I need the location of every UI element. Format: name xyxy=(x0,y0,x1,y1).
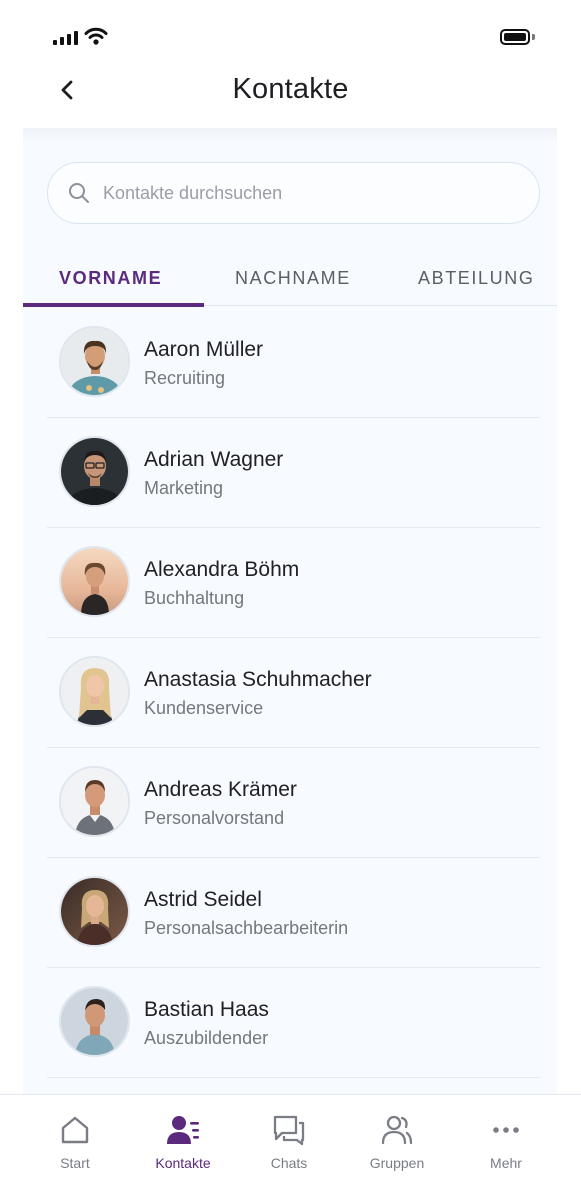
avatar xyxy=(59,986,130,1057)
contact-department: Recruiting xyxy=(144,368,226,388)
battery-icon xyxy=(500,29,530,45)
search-bar[interactable] xyxy=(47,162,540,224)
nav-gruppen[interactable]: Gruppen xyxy=(352,1113,442,1171)
group-icon xyxy=(381,1115,413,1145)
active-tab-indicator xyxy=(23,303,204,307)
chevron-left-icon xyxy=(61,80,73,100)
contact-name: Astrid Seidel xyxy=(144,888,262,911)
contact-name: Alexandra Böhm xyxy=(144,558,300,581)
search-input[interactable] xyxy=(103,182,483,204)
nav-mehr[interactable]: Mehr xyxy=(461,1113,551,1171)
contact-department: Kundenservice xyxy=(144,698,264,718)
contact-department: Marketing xyxy=(144,478,224,498)
avatar xyxy=(59,876,130,947)
avatar xyxy=(59,326,130,397)
avatar xyxy=(59,436,130,507)
avatar xyxy=(59,546,130,617)
list-item[interactable]: Astrid Seidel Personalsachbearbeiterin xyxy=(47,858,540,968)
contact-department: Personalvorstand xyxy=(144,808,285,828)
signal-icon xyxy=(53,31,78,45)
nav-chats[interactable]: Chats xyxy=(244,1113,334,1171)
battery-tip xyxy=(532,34,535,40)
nav-label: Kontakte xyxy=(155,1155,211,1171)
contact-department: Auszubildender xyxy=(144,1028,269,1048)
status-bar xyxy=(0,0,581,70)
list-item[interactable]: Andreas Krämer Personalvorstand xyxy=(47,748,540,858)
contacts-icon xyxy=(167,1116,199,1144)
contact-name: Bastian Haas xyxy=(144,998,269,1021)
tab-nachname[interactable]: NACHNAME xyxy=(235,268,351,289)
contact-name: Aaron Müller xyxy=(144,338,264,361)
sort-tabs: VORNAME NACHNAME ABTEILUNG xyxy=(23,258,557,307)
contact-list: Aaron Müller Recruiting Adrian Wagner Ma… xyxy=(47,308,540,1078)
wifi-icon xyxy=(84,27,108,45)
contacts-content: VORNAME NACHNAME ABTEILUNG Aaron Müller … xyxy=(23,128,557,1094)
nav-start[interactable]: Start xyxy=(30,1113,120,1171)
avatar xyxy=(59,656,130,727)
chat-icon xyxy=(273,1115,305,1146)
nav-label: Mehr xyxy=(490,1155,522,1171)
avatar xyxy=(59,766,130,837)
nav-label: Chats xyxy=(270,1155,308,1171)
tab-vorname[interactable]: VORNAME xyxy=(59,268,162,289)
list-item[interactable]: Adrian Wagner Marketing xyxy=(47,418,540,528)
search-icon xyxy=(69,183,89,203)
header: Kontakte xyxy=(0,70,581,128)
list-item[interactable]: Alexandra Böhm Buchhaltung xyxy=(47,528,540,638)
page-title: Kontakte xyxy=(232,73,349,105)
contact-department: Personalsachbearbeiterin xyxy=(144,918,349,938)
contact-name: Adrian Wagner xyxy=(144,448,284,471)
contact-name: Andreas Krämer xyxy=(144,778,297,801)
back-button[interactable] xyxy=(52,73,82,107)
nav-kontakte[interactable]: Kontakte xyxy=(138,1113,228,1171)
contact-department: Buchhaltung xyxy=(144,588,245,608)
nav-label: Gruppen xyxy=(369,1155,425,1171)
list-item[interactable]: Bastian Haas Auszubildender xyxy=(47,968,540,1078)
nav-label: Start xyxy=(60,1155,90,1171)
more-icon xyxy=(493,1127,519,1133)
tab-abteilung[interactable]: ABTEILUNG xyxy=(418,268,534,289)
list-item[interactable]: Anastasia Schuhmacher Kundenservice xyxy=(47,638,540,748)
bottom-navigation: Start Kontakte Chats Gruppen Mehr xyxy=(0,1094,581,1200)
contact-name: Anastasia Schuhmacher xyxy=(144,668,372,691)
home-icon xyxy=(61,1116,89,1144)
list-item[interactable]: Aaron Müller Recruiting xyxy=(47,308,540,418)
